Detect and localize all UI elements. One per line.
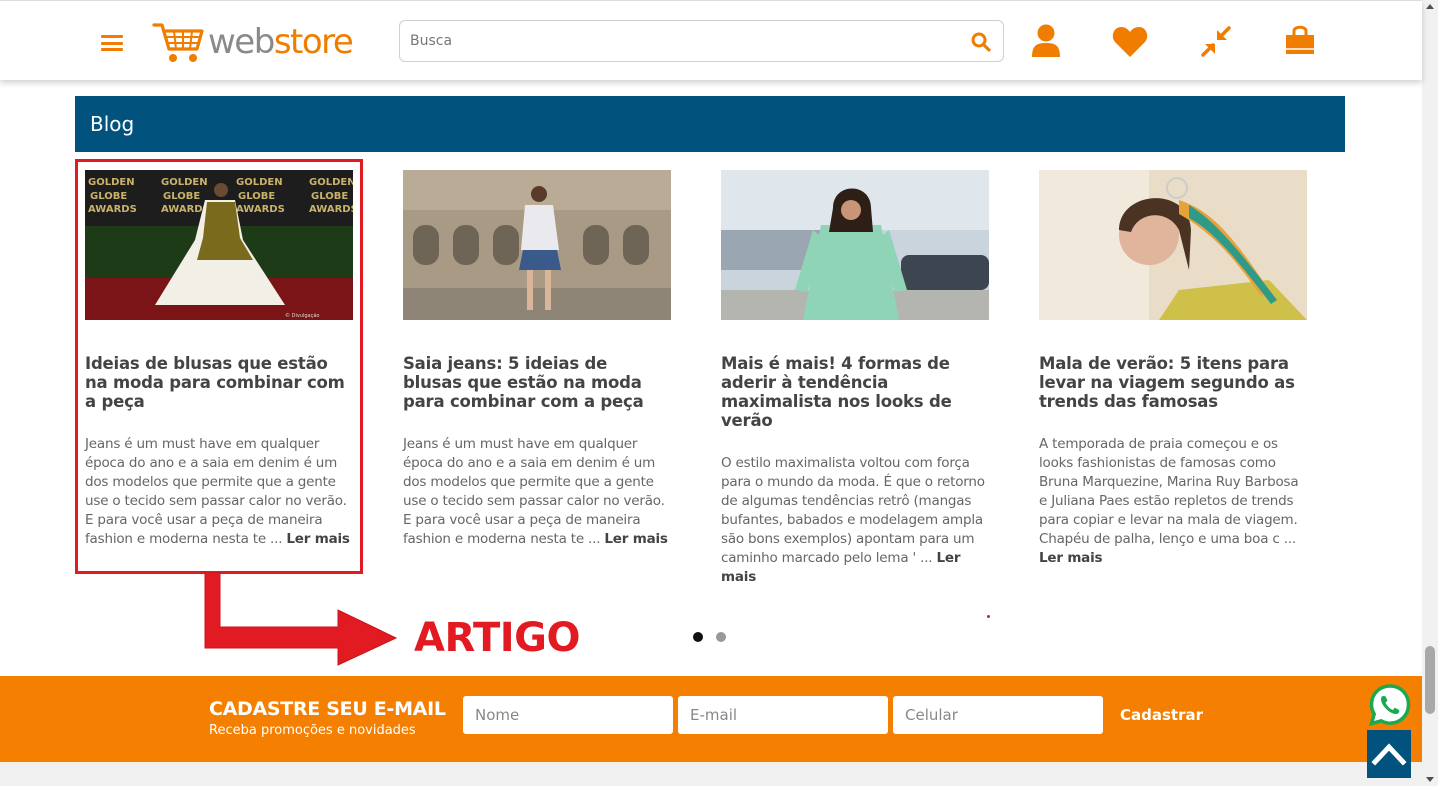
blog-card-4[interactable]: Mala de verão: 5 itens para levar na via…	[1039, 170, 1307, 568]
back-to-top-button[interactable]	[1367, 730, 1411, 778]
annotation-arrow-icon	[204, 572, 398, 666]
page-scrollbar[interactable]	[1422, 0, 1438, 786]
newsletter-subtitle: Receba promoções e novidades	[209, 723, 416, 738]
store-logo[interactable]: webstore	[152, 17, 354, 67]
read-more-link[interactable]: Ler mais	[1039, 550, 1103, 566]
whatsapp-icon[interactable]	[1368, 683, 1412, 727]
decorative-dot	[987, 615, 990, 618]
annotation-highlight-box	[75, 159, 363, 574]
blog-card-title[interactable]: Saia jeans: 5 ideias de blusas que estão…	[403, 354, 671, 411]
cart-logo-icon	[152, 23, 204, 62]
footer-strip	[0, 762, 1422, 786]
name-field[interactable]	[463, 696, 673, 734]
blog-card-excerpt: A temporada de praia começou e os looks …	[1039, 436, 1299, 566]
blog-title: Blog	[90, 112, 135, 136]
newsletter-bar: CADASTRE SEU E-MAIL Receba promoções e n…	[0, 676, 1422, 762]
email-field[interactable]	[678, 696, 888, 734]
logo-text: webstore	[208, 22, 354, 62]
blog-card-excerpt: Jeans é um must have em qualquer época d…	[403, 436, 668, 547]
submit-newsletter-button[interactable]: Cadastrar	[1120, 706, 1203, 724]
user-icon[interactable]	[1029, 23, 1065, 59]
blog-section-header: Blog	[75, 96, 1345, 152]
chevron-up-icon	[1371, 743, 1407, 766]
carousel-dot-2[interactable]	[716, 632, 726, 642]
newsletter-title: CADASTRE SEU E-MAIL	[209, 698, 446, 720]
carousel-dot-1[interactable]	[693, 632, 703, 642]
annotation-label: ARTIGO	[414, 615, 580, 661]
shopping-bag-icon[interactable]	[1283, 23, 1319, 59]
scroll-down-icon[interactable]	[1426, 777, 1434, 782]
compare-icon[interactable]	[1199, 25, 1235, 61]
search-box	[399, 20, 1004, 62]
blog-card-title[interactable]: Mala de verão: 5 itens para levar na via…	[1039, 354, 1307, 411]
blog-card-image[interactable]	[403, 170, 671, 320]
blog-card-2[interactable]: Saia jeans: 5 ideias de blusas que estão…	[403, 170, 671, 549]
carousel-dots	[693, 632, 726, 642]
read-more-link[interactable]: Ler mais	[604, 531, 668, 547]
blog-card-excerpt: O estilo maximalista voltou com força pa…	[721, 455, 985, 585]
search-icon[interactable]	[971, 32, 991, 52]
scroll-up-icon[interactable]	[1426, 4, 1434, 9]
search-input[interactable]	[410, 30, 950, 52]
phone-field[interactable]	[893, 696, 1103, 734]
menu-icon[interactable]	[101, 35, 123, 51]
heart-icon[interactable]	[1111, 25, 1148, 61]
site-header: webstore	[0, 0, 1422, 80]
blog-card-title[interactable]: Mais é mais! 4 formas de aderir à tendên…	[721, 354, 989, 430]
blog-card-image[interactable]	[1039, 170, 1307, 320]
scroll-thumb[interactable]	[1425, 646, 1435, 714]
blog-card-image[interactable]	[721, 170, 989, 320]
blog-card-3[interactable]: Mais é mais! 4 formas de aderir à tendên…	[721, 170, 989, 587]
